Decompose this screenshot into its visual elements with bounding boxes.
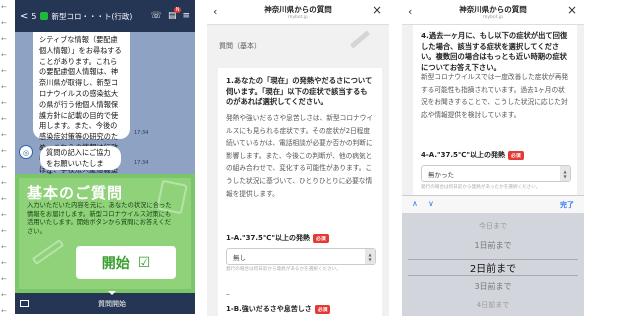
select-value: 無かった xyxy=(428,170,454,179)
select-arrows-icon: ▲ ▼ xyxy=(560,166,570,181)
back-button[interactable]: < xyxy=(20,11,28,22)
select-hint: 発行の場合は何日前から発熱があるかを選択ください。 xyxy=(226,267,341,272)
done-button[interactable]: 完了 xyxy=(560,200,574,210)
message-time: 17:34 xyxy=(134,160,149,166)
section-header: 質問（基本） xyxy=(207,25,389,65)
keyboard-icon[interactable] xyxy=(20,300,29,307)
required-badge: 必須 xyxy=(314,304,331,314)
picker-option[interactable]: 3日前まで xyxy=(402,281,584,292)
question-card: 4.過去一ヶ月に、もし以下の症状が出て回復した場合、該当する症状を選択してくださ… xyxy=(413,25,577,195)
sub-question-1b: 1-B.強いだるさや息苦しさ 必須 xyxy=(226,304,331,314)
form-header: ‹ 神奈川県からの質問 mybot.jp × xyxy=(402,0,584,25)
question-form-screen-2: ‹ 神奈川県からの質問 mybot.jp × 4.過去一ヶ月に、もし以下の症状が… xyxy=(402,0,584,316)
card-background: 基本のご質問 入力いただいた内容を元に、あなたの状況に合った情報をお届けします。… xyxy=(19,178,191,289)
rich-menu-label[interactable]: 質問開始 xyxy=(29,299,195,309)
checkbox-edit-icon: ☑ xyxy=(137,254,151,271)
question-description: 新型コロナウイルスでは一度改善した症状が再発する可能性も指摘されています。過去1… xyxy=(421,73,569,119)
pencil-icon xyxy=(349,30,371,49)
picker-option-selected[interactable]: 2日前まで xyxy=(402,260,584,275)
question-text: 1.あなたの「現在」の発熱やだるさについて伺います。「現在」以下の症状で該当する… xyxy=(226,76,373,106)
message-bubble: 質問の記入にご協力をお願いいたします。 xyxy=(40,146,121,179)
menu-icon[interactable]: ≡ xyxy=(182,11,190,21)
card-title: 基本のご質問 xyxy=(27,184,124,202)
question-card: 1.あなたの「現在」の発熱やだるさについて伺います。「現在」以下の症状で該当する… xyxy=(218,68,382,316)
day-picker-wheel[interactable]: 今日まで 1日前まで 2日前まで 3日前まで 4日前まで xyxy=(402,213,584,316)
separator-dash: – xyxy=(226,290,230,298)
section-label: 質問（基本） xyxy=(219,42,261,50)
form-subtitle: mybot.jp xyxy=(483,15,503,20)
chat-title: 新型コロ・・・ト(行政) xyxy=(51,11,133,21)
select-arrows-icon: ▲ ▼ xyxy=(365,249,375,264)
select-value: 無し xyxy=(233,253,246,262)
close-icon[interactable]: × xyxy=(567,3,577,17)
line-chat-screen: < 5 新型コロ・・・ト(行政) ☏ ▤ N ≡ シティブな情報（要配慮個人情報）… xyxy=(15,0,195,314)
form-header: ‹ 神奈川県からの質問 mybot.jp × xyxy=(207,0,389,25)
picker-option[interactable]: 1日前まで xyxy=(402,240,584,251)
past-fever-select[interactable]: 無かった ▲ ▼ xyxy=(421,165,571,182)
chat-header: < 5 新型コロ・・・ト(行政) ☏ ▤ N ≡ xyxy=(15,0,195,32)
sub-question-1a: 1-A."37.5℃"以上の発熱 必須 xyxy=(226,233,329,243)
required-badge: 必須 xyxy=(508,150,524,160)
pencil-icon xyxy=(31,238,65,266)
rich-message-card: 基本のご質問 入力いただいた内容を元に、あなたの状況に合った情報をお届けします。… xyxy=(15,174,195,293)
question-form-screen-1: ‹ 神奈川県からの質問 mybot.jp × 質問（基本） 1.あなたの「現在」… xyxy=(207,0,389,316)
fever-select[interactable]: 無し ▲ ▼ xyxy=(226,248,376,265)
unread-count: 5 xyxy=(31,11,37,21)
chevron-down-icon[interactable]: ∨ xyxy=(428,199,434,208)
question-description: 発熱や強いだるさや息苦しさは、新型コロナウイルスにも見られる症状です。その症状が… xyxy=(226,114,374,198)
card-text: 入力いただいた内容を元に、あなたの状況に合った情報をお届けします。新型コロナウイ… xyxy=(27,202,172,235)
rich-menu-bar[interactable]: 質問開始 xyxy=(15,293,195,314)
picker-option[interactable]: 今日まで xyxy=(402,221,584,231)
form-title: 神奈川県からの質問 xyxy=(459,5,527,14)
picker-option[interactable]: 4日前まで xyxy=(402,300,584,310)
chevron-up-icon[interactable]: ∧ xyxy=(412,199,418,208)
call-icon[interactable]: ☏ xyxy=(151,11,162,21)
message-time: 17:34 xyxy=(134,130,149,136)
close-icon[interactable]: × xyxy=(372,3,382,17)
question-text: 4.過去一ヶ月に、もし以下の症状が出て回復した場合、該当する症状を選択してくださ… xyxy=(421,31,568,72)
notes-badge: N xyxy=(173,7,182,13)
official-shield-icon xyxy=(40,12,49,20)
sub-question-label: 1-B.強いだるさや息苦しさ xyxy=(226,305,312,313)
left-arrows: ← ← ← ← ← ← ← ← ← ← ← ← ← ← ← ← ← ← ← ← xyxy=(1,3,7,315)
notes-icon[interactable]: ▤ N xyxy=(168,7,182,21)
sub-question-4a: 4-A."37.5℃"以上の発熱 必須 xyxy=(421,150,524,160)
sub-question-label: 1-A."37.5℃"以上の発熱 xyxy=(226,234,311,242)
form-subtitle: mybot.jp xyxy=(288,15,308,20)
bot-avatar-icon[interactable]: ◎ xyxy=(19,145,33,159)
select-hint: 発行の場合は何日前から発熱があったかを選択ください。 xyxy=(421,185,541,190)
required-badge: 必須 xyxy=(313,233,329,243)
picker-toolbar: ∧ ∨ 完了 xyxy=(402,195,584,213)
message-bubble: シティブな情報（要配慮個人情報）」をお尋ねすることがあります。これらの要配慮個人… xyxy=(33,32,130,184)
start-button[interactable]: 開始 ☑ xyxy=(76,246,176,279)
sub-question-label: 4-A."37.5℃"以上の発熱 xyxy=(421,151,506,159)
form-title: 神奈川県からの質問 xyxy=(264,5,332,14)
start-button-label: 開始 xyxy=(101,255,130,272)
screenshot-stage: ← ← ← ← ← ← ← ← ← ← ← ← ← ← ← ← ← ← ← ← < 5 新型コロ・・・ト(行政) ☏ … xyxy=(0,0,627,328)
